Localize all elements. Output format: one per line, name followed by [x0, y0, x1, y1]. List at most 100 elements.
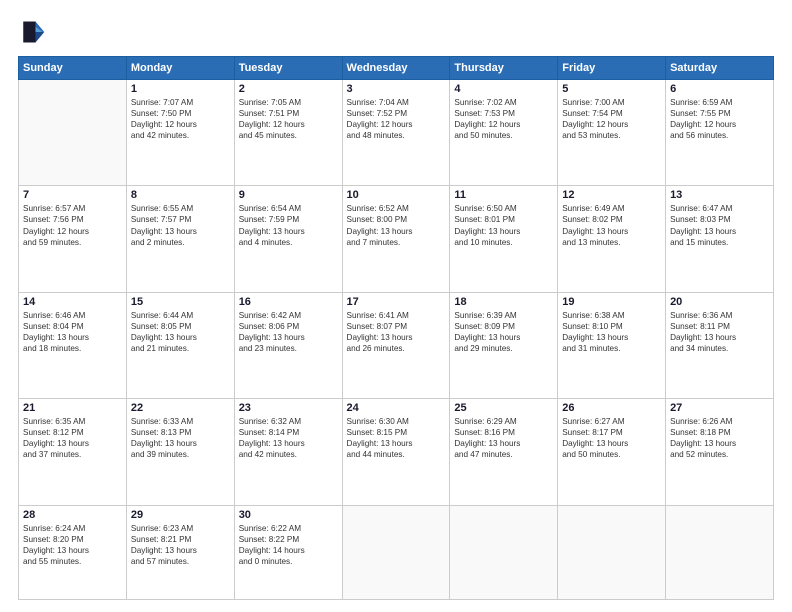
calendar-cell: 17 Sunrise: 6:41 AMSunset: 8:07 PMDayligh… [342, 292, 450, 398]
day-info: Sunrise: 6:59 AMSunset: 7:55 PMDaylight:… [670, 97, 769, 141]
calendar-cell: 7 Sunrise: 6:57 AMSunset: 7:56 PMDaylight… [19, 186, 127, 292]
day-info: Sunrise: 6:41 AMSunset: 8:07 PMDaylight:… [347, 310, 446, 354]
day-info: Sunrise: 6:47 AMSunset: 8:03 PMDaylight:… [670, 203, 769, 247]
weekday-header-saturday: Saturday [666, 57, 774, 80]
calendar-cell: 13 Sunrise: 6:47 AMSunset: 8:03 PMDayligh… [666, 186, 774, 292]
day-number: 3 [347, 83, 446, 95]
calendar-cell: 10 Sunrise: 6:52 AMSunset: 8:00 PMDayligh… [342, 186, 450, 292]
day-info: Sunrise: 7:02 AMSunset: 7:53 PMDaylight:… [454, 97, 553, 141]
calendar-cell: 18 Sunrise: 6:39 AMSunset: 8:09 PMDayligh… [450, 292, 558, 398]
day-number: 6 [670, 83, 769, 95]
calendar-cell: 12 Sunrise: 6:49 AMSunset: 8:02 PMDayligh… [558, 186, 666, 292]
calendar-cell: 26 Sunrise: 6:27 AMSunset: 8:17 PMDayligh… [558, 399, 666, 505]
calendar-cell: 23 Sunrise: 6:32 AMSunset: 8:14 PMDayligh… [234, 399, 342, 505]
page: SundayMondayTuesdayWednesdayThursdayFrid… [0, 0, 792, 612]
logo-icon [18, 18, 46, 46]
calendar-cell: 9 Sunrise: 6:54 AMSunset: 7:59 PMDaylight… [234, 186, 342, 292]
day-info: Sunrise: 6:29 AMSunset: 8:16 PMDaylight:… [454, 416, 553, 460]
day-info: Sunrise: 6:27 AMSunset: 8:17 PMDaylight:… [562, 416, 661, 460]
day-number: 14 [23, 296, 122, 308]
calendar-cell: 30 Sunrise: 6:22 AMSunset: 8:22 PMDayligh… [234, 505, 342, 599]
weekday-header-tuesday: Tuesday [234, 57, 342, 80]
day-info: Sunrise: 6:52 AMSunset: 8:00 PMDaylight:… [347, 203, 446, 247]
day-number: 27 [670, 402, 769, 414]
calendar-cell: 3 Sunrise: 7:04 AMSunset: 7:52 PMDaylight… [342, 80, 450, 186]
day-info: Sunrise: 6:33 AMSunset: 8:13 PMDaylight:… [131, 416, 230, 460]
calendar-cell: 28 Sunrise: 6:24 AMSunset: 8:20 PMDayligh… [19, 505, 127, 599]
day-info: Sunrise: 7:00 AMSunset: 7:54 PMDaylight:… [562, 97, 661, 141]
calendar-cell: 5 Sunrise: 7:00 AMSunset: 7:54 PMDaylight… [558, 80, 666, 186]
calendar-cell: 4 Sunrise: 7:02 AMSunset: 7:53 PMDaylight… [450, 80, 558, 186]
day-number: 8 [131, 189, 230, 201]
day-number: 26 [562, 402, 661, 414]
calendar-cell: 29 Sunrise: 6:23 AMSunset: 8:21 PMDayligh… [126, 505, 234, 599]
day-number: 10 [347, 189, 446, 201]
day-info: Sunrise: 6:35 AMSunset: 8:12 PMDaylight:… [23, 416, 122, 460]
week-row-1: 1 Sunrise: 7:07 AMSunset: 7:50 PMDaylight… [19, 80, 774, 186]
day-number: 12 [562, 189, 661, 201]
logo [18, 18, 50, 46]
day-number: 25 [454, 402, 553, 414]
calendar-cell: 24Sunrise: 6:30 AMSunset: 8:15 PMDayligh… [342, 399, 450, 505]
day-info: Sunrise: 6:39 AMSunset: 8:09 PMDaylight:… [454, 310, 553, 354]
day-info: Sunrise: 7:04 AMSunset: 7:52 PMDaylight:… [347, 97, 446, 141]
day-info: Sunrise: 6:49 AMSunset: 8:02 PMDaylight:… [562, 203, 661, 247]
day-info: Sunrise: 6:46 AMSunset: 8:04 PMDaylight:… [23, 310, 122, 354]
day-info: Sunrise: 6:32 AMSunset: 8:14 PMDaylight:… [239, 416, 338, 460]
day-info: Sunrise: 6:57 AMSunset: 7:56 PMDaylight:… [23, 203, 122, 247]
calendar-cell [450, 505, 558, 599]
week-row-5: 28 Sunrise: 6:24 AMSunset: 8:20 PMDayligh… [19, 505, 774, 599]
day-number: 23 [239, 402, 338, 414]
weekday-header-row: SundayMondayTuesdayWednesdayThursdayFrid… [19, 57, 774, 80]
day-info: Sunrise: 6:42 AMSunset: 8:06 PMDaylight:… [239, 310, 338, 354]
day-info: Sunrise: 6:50 AMSunset: 8:01 PMDaylight:… [454, 203, 553, 247]
day-number: 11 [454, 189, 553, 201]
calendar-cell: 15Sunrise: 6:44 AMSunset: 8:05 PMDayligh… [126, 292, 234, 398]
calendar-cell: 20 Sunrise: 6:36 AMSunset: 8:11 PMDayligh… [666, 292, 774, 398]
day-number: 28 [23, 509, 122, 521]
day-info: Sunrise: 6:38 AMSunset: 8:10 PMDaylight:… [562, 310, 661, 354]
day-number: 15 [131, 296, 230, 308]
calendar-cell: 6 Sunrise: 6:59 AMSunset: 7:55 PMDaylight… [666, 80, 774, 186]
calendar-cell: 25 Sunrise: 6:29 AMSunset: 8:16 PMDayligh… [450, 399, 558, 505]
calendar-cell: 19Sunrise: 6:38 AMSunset: 8:10 PMDayligh… [558, 292, 666, 398]
header [18, 18, 774, 46]
weekday-header-sunday: Sunday [19, 57, 127, 80]
day-number: 7 [23, 189, 122, 201]
day-info: Sunrise: 6:22 AMSunset: 8:22 PMDaylight:… [239, 523, 338, 567]
calendar-cell: 1 Sunrise: 7:07 AMSunset: 7:50 PMDaylight… [126, 80, 234, 186]
calendar-cell: 22Sunrise: 6:33 AMSunset: 8:13 PMDayligh… [126, 399, 234, 505]
day-info: Sunrise: 7:05 AMSunset: 7:51 PMDaylight:… [239, 97, 338, 141]
day-info: Sunrise: 7:07 AMSunset: 7:50 PMDaylight:… [131, 97, 230, 141]
day-info: Sunrise: 6:54 AMSunset: 7:59 PMDaylight:… [239, 203, 338, 247]
calendar-cell: 11 Sunrise: 6:50 AMSunset: 8:01 PMDayligh… [450, 186, 558, 292]
calendar-cell: 16Sunrise: 6:42 AMSunset: 8:06 PMDayligh… [234, 292, 342, 398]
day-number: 29 [131, 509, 230, 521]
day-number: 17 [347, 296, 446, 308]
day-info: Sunrise: 6:36 AMSunset: 8:11 PMDaylight:… [670, 310, 769, 354]
weekday-header-thursday: Thursday [450, 57, 558, 80]
day-number: 20 [670, 296, 769, 308]
calendar-cell [666, 505, 774, 599]
day-number: 9 [239, 189, 338, 201]
day-number: 4 [454, 83, 553, 95]
day-number: 1 [131, 83, 230, 95]
day-number: 30 [239, 509, 338, 521]
day-number: 18 [454, 296, 553, 308]
weekday-header-wednesday: Wednesday [342, 57, 450, 80]
calendar-cell: 21 Sunrise: 6:35 AMSunset: 8:12 PMDayligh… [19, 399, 127, 505]
calendar-cell: 27 Sunrise: 6:26 AMSunset: 8:18 PMDayligh… [666, 399, 774, 505]
day-number: 21 [23, 402, 122, 414]
day-number: 13 [670, 189, 769, 201]
weekday-header-monday: Monday [126, 57, 234, 80]
day-info: Sunrise: 6:26 AMSunset: 8:18 PMDaylight:… [670, 416, 769, 460]
calendar-cell [19, 80, 127, 186]
day-number: 2 [239, 83, 338, 95]
week-row-4: 21 Sunrise: 6:35 AMSunset: 8:12 PMDayligh… [19, 399, 774, 505]
day-info: Sunrise: 6:55 AMSunset: 7:57 PMDaylight:… [131, 203, 230, 247]
day-info: Sunrise: 6:24 AMSunset: 8:20 PMDaylight:… [23, 523, 122, 567]
week-row-2: 7 Sunrise: 6:57 AMSunset: 7:56 PMDaylight… [19, 186, 774, 292]
day-info: Sunrise: 6:23 AMSunset: 8:21 PMDaylight:… [131, 523, 230, 567]
day-info: Sunrise: 6:30 AMSunset: 8:15 PMDaylight:… [347, 416, 446, 460]
day-number: 5 [562, 83, 661, 95]
